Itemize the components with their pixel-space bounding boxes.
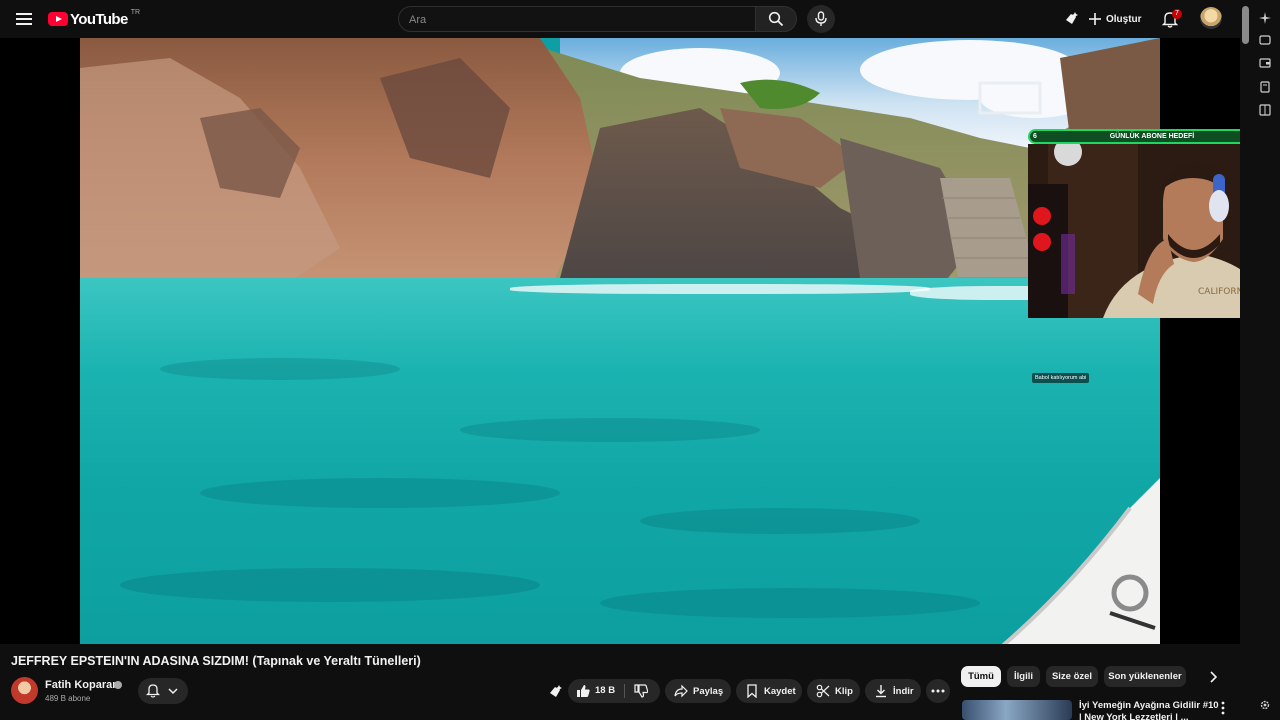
share-icon	[674, 684, 688, 698]
boat-bow	[1001, 478, 1160, 644]
like-dislike-group: 18 B	[568, 679, 660, 703]
thumbs-up-icon	[577, 685, 590, 697]
youtube-play-icon	[48, 12, 68, 26]
microphone-icon	[815, 11, 827, 26]
subscription-bell-button[interactable]	[138, 678, 188, 704]
sea-ripple	[200, 478, 560, 508]
logo-region: TR	[130, 8, 141, 16]
bookmark-icon	[747, 684, 757, 698]
chip-all[interactable]: Tümü	[961, 666, 1001, 687]
ai-sparkle-icon[interactable]	[1063, 11, 1079, 27]
voice-search-button[interactable]	[807, 5, 835, 33]
download-icon	[876, 685, 886, 698]
sparkle-icon[interactable]	[1259, 12, 1271, 24]
menu-icon	[16, 13, 32, 15]
chevron-down-icon	[168, 688, 178, 695]
bell-icon	[146, 684, 160, 698]
chevron-right-icon[interactable]	[1202, 666, 1224, 688]
clip-label: Klip	[835, 685, 853, 697]
ask-ai-icon[interactable]	[547, 684, 563, 700]
sea-ripple	[160, 358, 400, 380]
create-button[interactable]: Oluştur	[1088, 6, 1142, 32]
share-button[interactable]: Paylaş	[665, 679, 731, 703]
video-icon[interactable]	[1259, 34, 1271, 46]
notification-badge: 7	[1172, 9, 1182, 19]
search-input[interactable]	[409, 11, 739, 29]
save-label: Kaydet	[764, 685, 796, 697]
more-actions-button[interactable]	[926, 679, 950, 703]
like-count: 18 B	[595, 685, 616, 696]
subscriber-count: 489 B abone	[45, 694, 91, 703]
recommendation-title[interactable]: İyi Yemeğin Ayağına Gidilir #10 | New Yo…	[1079, 700, 1219, 720]
more-vertical-icon[interactable]	[1218, 701, 1228, 715]
top-bar: YouTube TR Oluştur 7	[0, 0, 1240, 38]
chip-recently-uploaded[interactable]: Son yüklenenler	[1104, 666, 1186, 687]
plus-icon	[1089, 13, 1101, 25]
channel-avatar[interactable]	[11, 677, 38, 704]
settings-gear-icon[interactable]	[1259, 699, 1271, 711]
menu-icon-line	[16, 23, 32, 25]
channel-name[interactable]: Fatih Koparan	[45, 679, 119, 691]
chip-for-you[interactable]: Size özel	[1046, 666, 1098, 687]
menu-button[interactable]	[12, 7, 36, 31]
search-box	[398, 6, 756, 32]
subscriber-goal-bar: 6 GÜNLÜK ABONE HEDEFİ 6	[1028, 129, 1276, 144]
recommendation-thumbnail[interactable]	[962, 700, 1072, 720]
like-button[interactable]: 18 B	[568, 679, 624, 703]
verified-badge-icon	[114, 681, 122, 689]
scrollbar-thumb[interactable]	[1242, 6, 1249, 44]
clip-button[interactable]: Klip	[807, 679, 860, 703]
save-button[interactable]: Kaydet	[736, 679, 802, 703]
goal-label: GÜNLÜK ABONE HEDEFİ	[1109, 133, 1195, 140]
bookmark-icon[interactable]	[1259, 81, 1271, 93]
account-avatar[interactable]	[1200, 7, 1222, 29]
menu-icon-line	[16, 18, 32, 20]
scissors-icon	[816, 684, 830, 698]
dislike-button[interactable]	[625, 679, 660, 703]
video-frame[interactable]	[80, 38, 1160, 644]
logo-text: YouTube	[70, 10, 128, 28]
share-label: Paylaş	[693, 685, 724, 697]
download-label: İndir	[893, 685, 914, 697]
sea-ripple	[640, 508, 920, 534]
more-horizontal-icon	[931, 689, 945, 693]
chip-related[interactable]: İlgili	[1007, 666, 1040, 687]
sea-ripple	[600, 588, 980, 618]
sea-ripple	[120, 568, 540, 602]
search-icon	[768, 11, 784, 27]
reading-list-icon[interactable]	[1259, 104, 1271, 116]
create-label: Oluştur	[1106, 13, 1142, 25]
sea-foam	[510, 284, 930, 294]
search-button[interactable]	[755, 6, 797, 32]
wallet-icon[interactable]	[1259, 57, 1271, 69]
page-scrollbar[interactable]	[1240, 0, 1252, 720]
sea-ripple	[460, 418, 760, 442]
thumbs-down-icon	[634, 684, 648, 698]
download-button[interactable]: İndir	[865, 679, 921, 703]
stream-chat-message: Babol katılıyorum abi	[1032, 373, 1090, 383]
video-title: JEFFREY EPSTEIN'IN ADASINA SIZDIM! (Tapı…	[11, 654, 421, 668]
youtube-logo[interactable]: YouTube TR	[48, 9, 140, 29]
